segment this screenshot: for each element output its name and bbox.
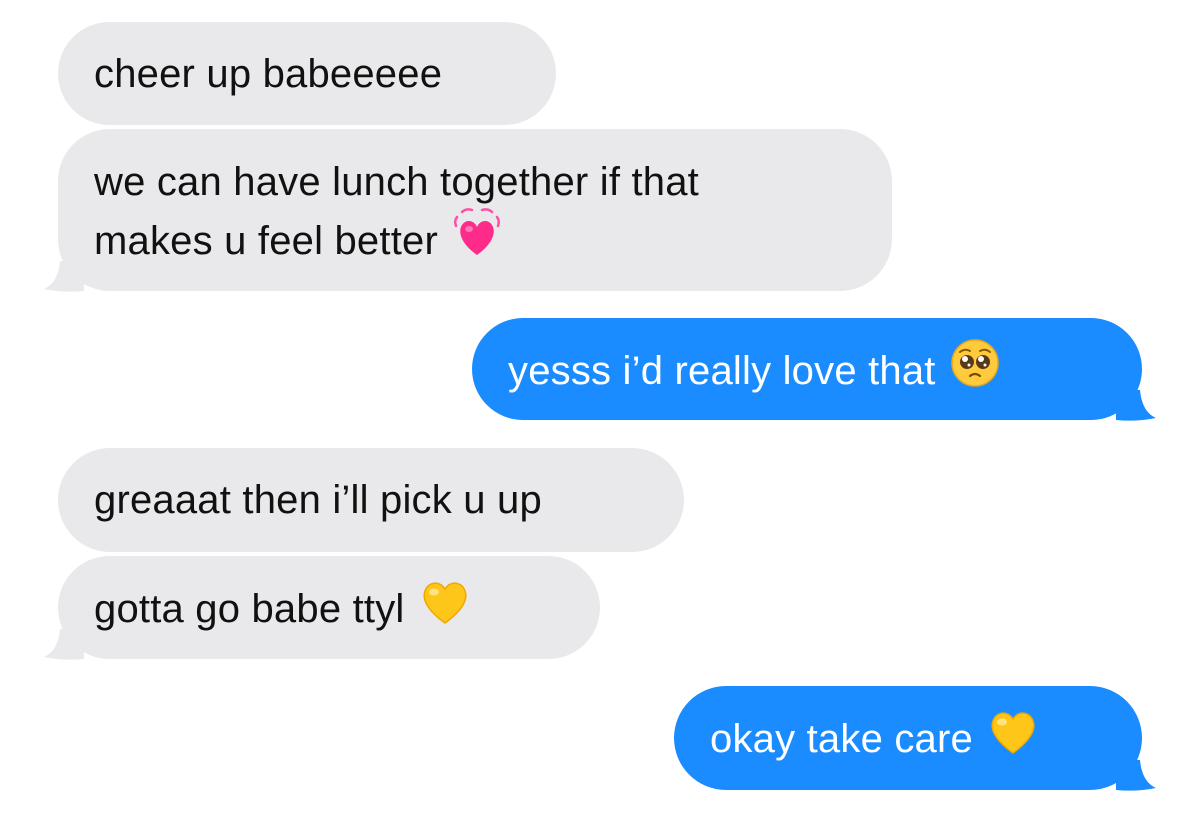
bubble-tail-icon	[44, 629, 84, 660]
received-message-bubble[interactable]: cheer up babeeeee	[58, 22, 556, 125]
received-message-bubble[interactable]: greaaat then i’ll pick u up	[58, 448, 684, 552]
sent-message-bubble[interactable]: yesss i’d really love that	[472, 318, 1156, 421]
message-text: cheer up babeeeee	[94, 52, 443, 96]
bubble-tail-icon	[1116, 760, 1156, 791]
received-message-bubble[interactable]: we can have lunch together if that makes…	[44, 129, 892, 292]
message-text-line-content: makes u feel better	[94, 219, 438, 264]
received-message-bubble[interactable]: gotta go babe ttyl	[44, 556, 600, 660]
message-text: yesss i’d really love that	[508, 349, 936, 394]
sent-message-bubble[interactable]: okay take care	[674, 686, 1156, 791]
message-text: okay take care	[710, 717, 973, 762]
bubble-tail-icon	[1116, 390, 1156, 421]
message-thread: cheer up babeeeee we can have lunch toge…	[0, 0, 1200, 820]
yellow-heart-icon	[419, 577, 471, 640]
message-text-line: makes u feel better	[94, 207, 856, 277]
message-text-line: we can have lunch together if that	[94, 160, 699, 204]
growing-heart-icon	[452, 207, 502, 274]
message-text: gotta go babe ttyl	[94, 587, 405, 632]
pleading-face-icon	[950, 338, 1000, 403]
bubble-tail-icon	[44, 261, 84, 292]
yellow-heart-icon	[987, 707, 1039, 770]
message-text: greaaat then i’ll pick u up	[94, 478, 542, 522]
